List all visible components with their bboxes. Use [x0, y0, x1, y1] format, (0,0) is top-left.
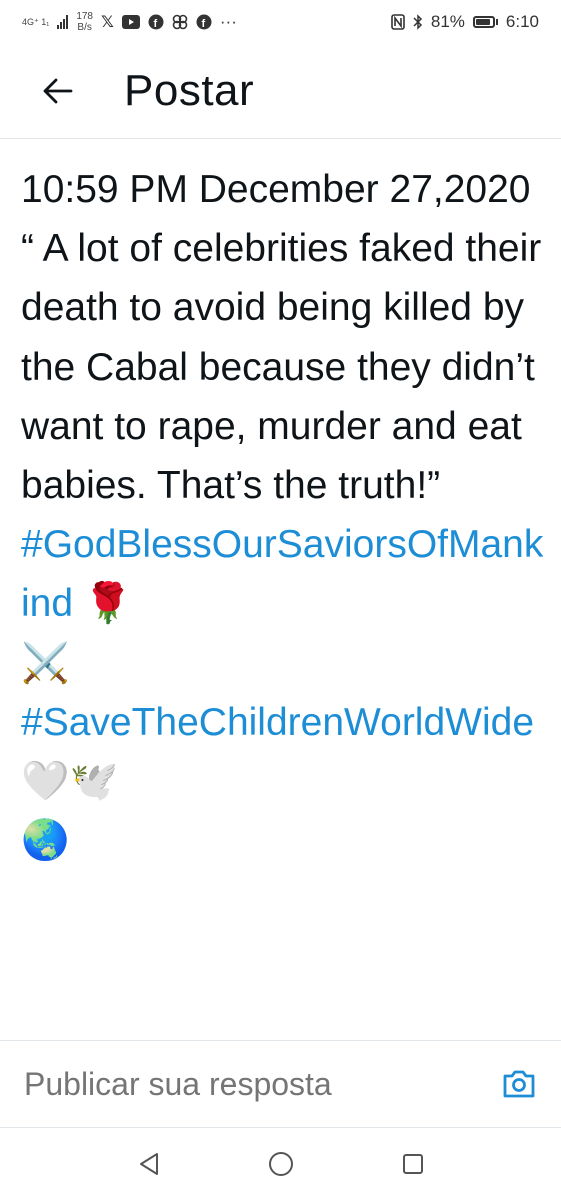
reply-bar [0, 1040, 561, 1128]
network-type-label: 4G⁺ 1₁ [22, 16, 50, 27]
battery-icon [472, 16, 498, 28]
globe-emoji: 🌏 [21, 818, 70, 864]
post-content: 10:59 PM December 27,2020 “ A lot of cel… [21, 160, 546, 1030]
network-speed-value: 178 [76, 11, 93, 22]
triangle-back-icon [139, 1153, 158, 1175]
status-left: 4G⁺ 1₁ 178 B/s 𝕏 f f ··· [22, 11, 237, 33]
nav-recents-button[interactable] [393, 1144, 433, 1184]
reply-input[interactable] [22, 1064, 466, 1104]
post-hashtag-line-2: #SaveTheChildrenWorldWide 🤍🕊️ [21, 693, 546, 811]
back-button[interactable] [28, 61, 88, 121]
x-icon: 𝕏 [101, 14, 114, 31]
facebook-icon: f [196, 14, 212, 30]
facebook-icon: f [148, 14, 164, 30]
page-title: Postar [124, 66, 255, 115]
battery-percentage: 81% [430, 12, 465, 31]
post-emoji-line: ⚔️ [21, 634, 546, 693]
nav-home-button[interactable] [261, 1144, 301, 1184]
status-right: 81% 6:10 [391, 12, 539, 32]
more-notifications-icon: ··· [219, 12, 237, 31]
white-heart-emoji: 🤍 [21, 759, 70, 805]
pinwheel-icon [172, 14, 188, 30]
rose-emoji: 🌹 [83, 581, 133, 627]
circle-home-icon [268, 1152, 293, 1176]
crossed-swords-emoji: ⚔️ [21, 640, 70, 686]
network-speed: 178 B/s [76, 11, 93, 33]
nfc-icon [391, 14, 405, 30]
svg-text:f: f [201, 18, 205, 30]
post-globe-line: 🌏 [21, 811, 546, 870]
system-navigation-bar [0, 1128, 561, 1200]
status-bar: 4G⁺ 1₁ 178 B/s 𝕏 f f ··· 81% 6:10 [0, 0, 561, 44]
nav-back-button[interactable] [129, 1144, 169, 1184]
clock-time: 6:10 [505, 12, 539, 31]
camera-icon [503, 1070, 535, 1098]
arrow-left-icon [43, 78, 73, 104]
hashtag-link[interactable]: #SaveTheChildrenWorldWide [21, 701, 534, 744]
svg-text:f: f [153, 18, 157, 30]
post-quote-text: “ A lot of celebrities faked their death… [21, 227, 542, 508]
dove-emoji: 🕊️ [69, 759, 119, 805]
signal-icon [57, 15, 69, 29]
header: Postar [0, 44, 561, 139]
bluetooth-icon [413, 14, 422, 30]
youtube-icon [121, 15, 140, 29]
network-speed-unit: B/s [77, 22, 92, 33]
square-recents-icon [402, 1154, 423, 1174]
post-hashtag-line-1: #GodBlessOurSaviorsOfMankind 🌹 [21, 515, 546, 633]
camera-button[interactable] [499, 1064, 539, 1104]
post-timestamp-text: 10:59 PM December 27,2020 [21, 168, 531, 211]
